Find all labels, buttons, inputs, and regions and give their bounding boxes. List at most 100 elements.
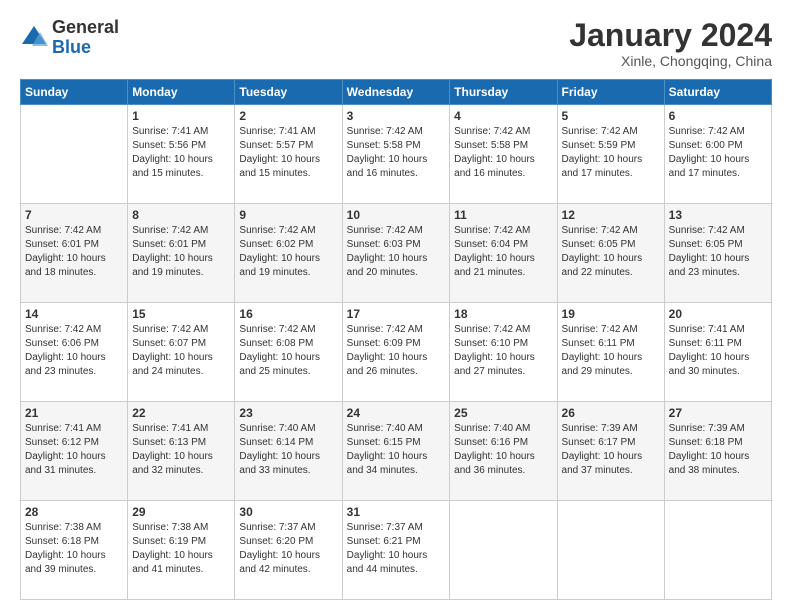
day-number: 26 xyxy=(562,406,660,420)
day-number: 25 xyxy=(454,406,552,420)
day-number: 24 xyxy=(347,406,446,420)
day-cell: 30 Sunrise: 7:37 AM Sunset: 6:20 PM Dayli… xyxy=(235,501,342,600)
day-cell: 1 Sunrise: 7:41 AM Sunset: 5:56 PM Daylig… xyxy=(128,105,235,204)
day-info: Sunrise: 7:42 AM Sunset: 6:09 PM Dayligh… xyxy=(347,323,446,379)
day-info: Sunrise: 7:42 AM Sunset: 6:01 PM Dayligh… xyxy=(25,224,123,280)
day-number: 13 xyxy=(669,208,767,222)
day-cell: 4Sunrise: 7:42 AM Sunset: 5:58 PM Daylig… xyxy=(450,105,557,204)
day-number: 27 xyxy=(669,406,767,420)
day-cell: 3 Sunrise: 7:42 AM Sunset: 5:58 PM Daylig… xyxy=(342,105,450,204)
day-cell: 15 Sunrise: 7:42 AM Sunset: 6:07 PM Dayli… xyxy=(128,303,235,402)
day-number: 2 xyxy=(239,109,337,123)
day-number: 29 xyxy=(132,505,230,519)
week-row-0: 1 Sunrise: 7:41 AM Sunset: 5:56 PM Daylig… xyxy=(21,105,772,204)
day-number: 30 xyxy=(239,505,337,519)
day-number: 12 xyxy=(562,208,660,222)
day-cell: 18 Sunrise: 7:42 AM Sunset: 6:10 PM Dayli… xyxy=(450,303,557,402)
day-number: 17 xyxy=(347,307,446,321)
day-cell: 9 Sunrise: 7:42 AM Sunset: 6:02 PM Daylig… xyxy=(235,204,342,303)
day-cell: 12 Sunrise: 7:42 AM Sunset: 6:05 PM Dayli… xyxy=(557,204,664,303)
day-number: 9 xyxy=(239,208,337,222)
day-cell: 27 Sunrise: 7:39 AM Sunset: 6:18 PM Dayli… xyxy=(664,402,771,501)
day-info: Sunrise: 7:39 AM Sunset: 6:18 PM Dayligh… xyxy=(669,422,767,478)
day-info: Sunrise: 7:42 AM Sunset: 5:59 PM Dayligh… xyxy=(562,125,660,181)
day-info: Sunrise: 7:41 AM Sunset: 5:56 PM Dayligh… xyxy=(132,125,230,181)
header-tuesday: Tuesday xyxy=(235,80,342,105)
day-number: 5 xyxy=(562,109,660,123)
day-info: Sunrise: 7:38 AM Sunset: 6:19 PM Dayligh… xyxy=(132,521,230,577)
day-number: 23 xyxy=(239,406,337,420)
day-cell xyxy=(21,105,128,204)
day-info: Sunrise: 7:42 AM Sunset: 6:00 PM Dayligh… xyxy=(669,125,767,181)
day-number: 28 xyxy=(25,505,123,519)
day-info: Sunrise: 7:39 AM Sunset: 6:17 PM Dayligh… xyxy=(562,422,660,478)
weekday-header-row: Sunday Monday Tuesday Wednesday Thursday… xyxy=(21,80,772,105)
location: Xinle, Chongqing, China xyxy=(569,53,772,69)
day-cell: 23Sunrise: 7:40 AM Sunset: 6:14 PM Dayli… xyxy=(235,402,342,501)
day-number: 18 xyxy=(454,307,552,321)
week-row-4: 28Sunrise: 7:38 AM Sunset: 6:18 PM Dayli… xyxy=(21,501,772,600)
day-number: 16 xyxy=(239,307,337,321)
day-info: Sunrise: 7:40 AM Sunset: 6:16 PM Dayligh… xyxy=(454,422,552,478)
day-info: Sunrise: 7:42 AM Sunset: 6:01 PM Dayligh… xyxy=(132,224,230,280)
day-number: 1 xyxy=(132,109,230,123)
day-cell: 13 Sunrise: 7:42 AM Sunset: 6:05 PM Dayli… xyxy=(664,204,771,303)
week-row-2: 14 Sunrise: 7:42 AM Sunset: 6:06 PM Dayli… xyxy=(21,303,772,402)
day-info: Sunrise: 7:40 AM Sunset: 6:15 PM Dayligh… xyxy=(347,422,446,478)
day-cell: 25 Sunrise: 7:40 AM Sunset: 6:16 PM Dayli… xyxy=(450,402,557,501)
day-number: 31 xyxy=(347,505,446,519)
day-info: Sunrise: 7:37 AM Sunset: 6:20 PM Dayligh… xyxy=(239,521,337,577)
day-info: Sunrise: 7:41 AM Sunset: 6:12 PM Dayligh… xyxy=(25,422,123,478)
day-info: Sunrise: 7:42 AM Sunset: 6:05 PM Dayligh… xyxy=(562,224,660,280)
day-info: Sunrise: 7:42 AM Sunset: 6:08 PM Dayligh… xyxy=(239,323,337,379)
day-cell: 6 Sunrise: 7:42 AM Sunset: 6:00 PM Daylig… xyxy=(664,105,771,204)
day-cell: 29 Sunrise: 7:38 AM Sunset: 6:19 PM Dayli… xyxy=(128,501,235,600)
day-info: Sunrise: 7:42 AM Sunset: 6:02 PM Dayligh… xyxy=(239,224,337,280)
day-number: 3 xyxy=(347,109,446,123)
logo-icon xyxy=(20,24,48,52)
day-number: 20 xyxy=(669,307,767,321)
day-number: 8 xyxy=(132,208,230,222)
week-row-3: 21 Sunrise: 7:41 AM Sunset: 6:12 PM Dayli… xyxy=(21,402,772,501)
day-info: Sunrise: 7:42 AM Sunset: 6:07 PM Dayligh… xyxy=(132,323,230,379)
day-info: Sunrise: 7:42 AM Sunset: 6:11 PM Dayligh… xyxy=(562,323,660,379)
day-cell: 17 Sunrise: 7:42 AM Sunset: 6:09 PM Dayli… xyxy=(342,303,450,402)
day-info: Sunrise: 7:42 AM Sunset: 6:05 PM Dayligh… xyxy=(669,224,767,280)
day-cell: 10Sunrise: 7:42 AM Sunset: 6:03 PM Dayli… xyxy=(342,204,450,303)
day-number: 21 xyxy=(25,406,123,420)
day-number: 19 xyxy=(562,307,660,321)
day-info: Sunrise: 7:42 AM Sunset: 6:04 PM Dayligh… xyxy=(454,224,552,280)
page: General Blue January 2024 Xinle, Chongqi… xyxy=(0,0,792,612)
day-info: Sunrise: 7:42 AM Sunset: 6:10 PM Dayligh… xyxy=(454,323,552,379)
day-number: 15 xyxy=(132,307,230,321)
calendar-table: Sunday Monday Tuesday Wednesday Thursday… xyxy=(20,79,772,600)
logo-text: General Blue xyxy=(52,18,119,58)
day-cell: 14 Sunrise: 7:42 AM Sunset: 6:06 PM Dayli… xyxy=(21,303,128,402)
day-cell: 26 Sunrise: 7:39 AM Sunset: 6:17 PM Dayli… xyxy=(557,402,664,501)
day-cell: 8 Sunrise: 7:42 AM Sunset: 6:01 PM Daylig… xyxy=(128,204,235,303)
logo-blue-text: Blue xyxy=(52,38,119,58)
header: General Blue January 2024 Xinle, Chongqi… xyxy=(20,18,772,69)
day-info: Sunrise: 7:41 AM Sunset: 6:13 PM Dayligh… xyxy=(132,422,230,478)
day-info: Sunrise: 7:41 AM Sunset: 5:57 PM Dayligh… xyxy=(239,125,337,181)
day-number: 6 xyxy=(669,109,767,123)
day-info: Sunrise: 7:41 AM Sunset: 6:11 PM Dayligh… xyxy=(669,323,767,379)
logo-general-text: General xyxy=(52,18,119,38)
day-cell: 31 Sunrise: 7:37 AM Sunset: 6:21 PM Dayli… xyxy=(342,501,450,600)
header-saturday: Saturday xyxy=(664,80,771,105)
day-cell xyxy=(450,501,557,600)
day-info: Sunrise: 7:37 AM Sunset: 6:21 PM Dayligh… xyxy=(347,521,446,577)
day-cell: 19 Sunrise: 7:42 AM Sunset: 6:11 PM Dayli… xyxy=(557,303,664,402)
header-monday: Monday xyxy=(128,80,235,105)
month-title: January 2024 xyxy=(569,18,772,53)
header-thursday: Thursday xyxy=(450,80,557,105)
day-info: Sunrise: 7:42 AM Sunset: 5:58 PM Dayligh… xyxy=(347,125,446,181)
day-cell: 16 Sunrise: 7:42 AM Sunset: 6:08 PM Dayli… xyxy=(235,303,342,402)
header-wednesday: Wednesday xyxy=(342,80,450,105)
day-info: Sunrise: 7:42 AM Sunset: 6:03 PM Dayligh… xyxy=(347,224,446,280)
day-cell: 20 Sunrise: 7:41 AM Sunset: 6:11 PM Dayli… xyxy=(664,303,771,402)
day-number: 11 xyxy=(454,208,552,222)
day-number: 14 xyxy=(25,307,123,321)
day-cell: 24 Sunrise: 7:40 AM Sunset: 6:15 PM Dayli… xyxy=(342,402,450,501)
day-info: Sunrise: 7:42 AM Sunset: 6:06 PM Dayligh… xyxy=(25,323,123,379)
